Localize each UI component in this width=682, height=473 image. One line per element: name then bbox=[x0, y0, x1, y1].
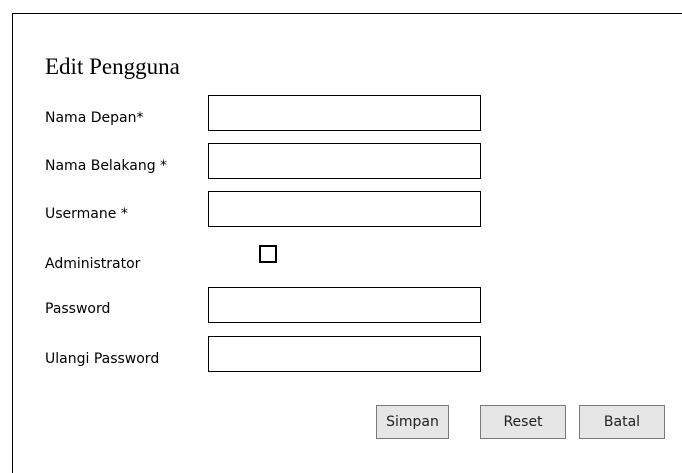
administrator-checkbox[interactable] bbox=[259, 245, 277, 263]
reset-button[interactable]: Reset bbox=[480, 405, 566, 439]
page-title: Edit Pengguna bbox=[45, 54, 180, 79]
password-input[interactable] bbox=[208, 287, 481, 323]
administrator-label: Administrator bbox=[45, 256, 141, 272]
cancel-button[interactable]: Batal bbox=[579, 405, 665, 439]
repeat-password-input[interactable] bbox=[208, 336, 481, 372]
password-label: Password bbox=[45, 301, 111, 317]
form-frame bbox=[12, 13, 682, 473]
save-button[interactable]: Simpan bbox=[376, 405, 449, 439]
username-label: Usermane * bbox=[45, 206, 128, 222]
repeat-password-label: Ulangi Password bbox=[45, 351, 160, 367]
last-name-input[interactable] bbox=[208, 143, 481, 179]
username-input[interactable] bbox=[208, 191, 481, 227]
last-name-label: Nama Belakang * bbox=[45, 158, 168, 174]
first-name-input[interactable] bbox=[208, 95, 481, 131]
first-name-label: Nama Depan* bbox=[45, 110, 144, 126]
